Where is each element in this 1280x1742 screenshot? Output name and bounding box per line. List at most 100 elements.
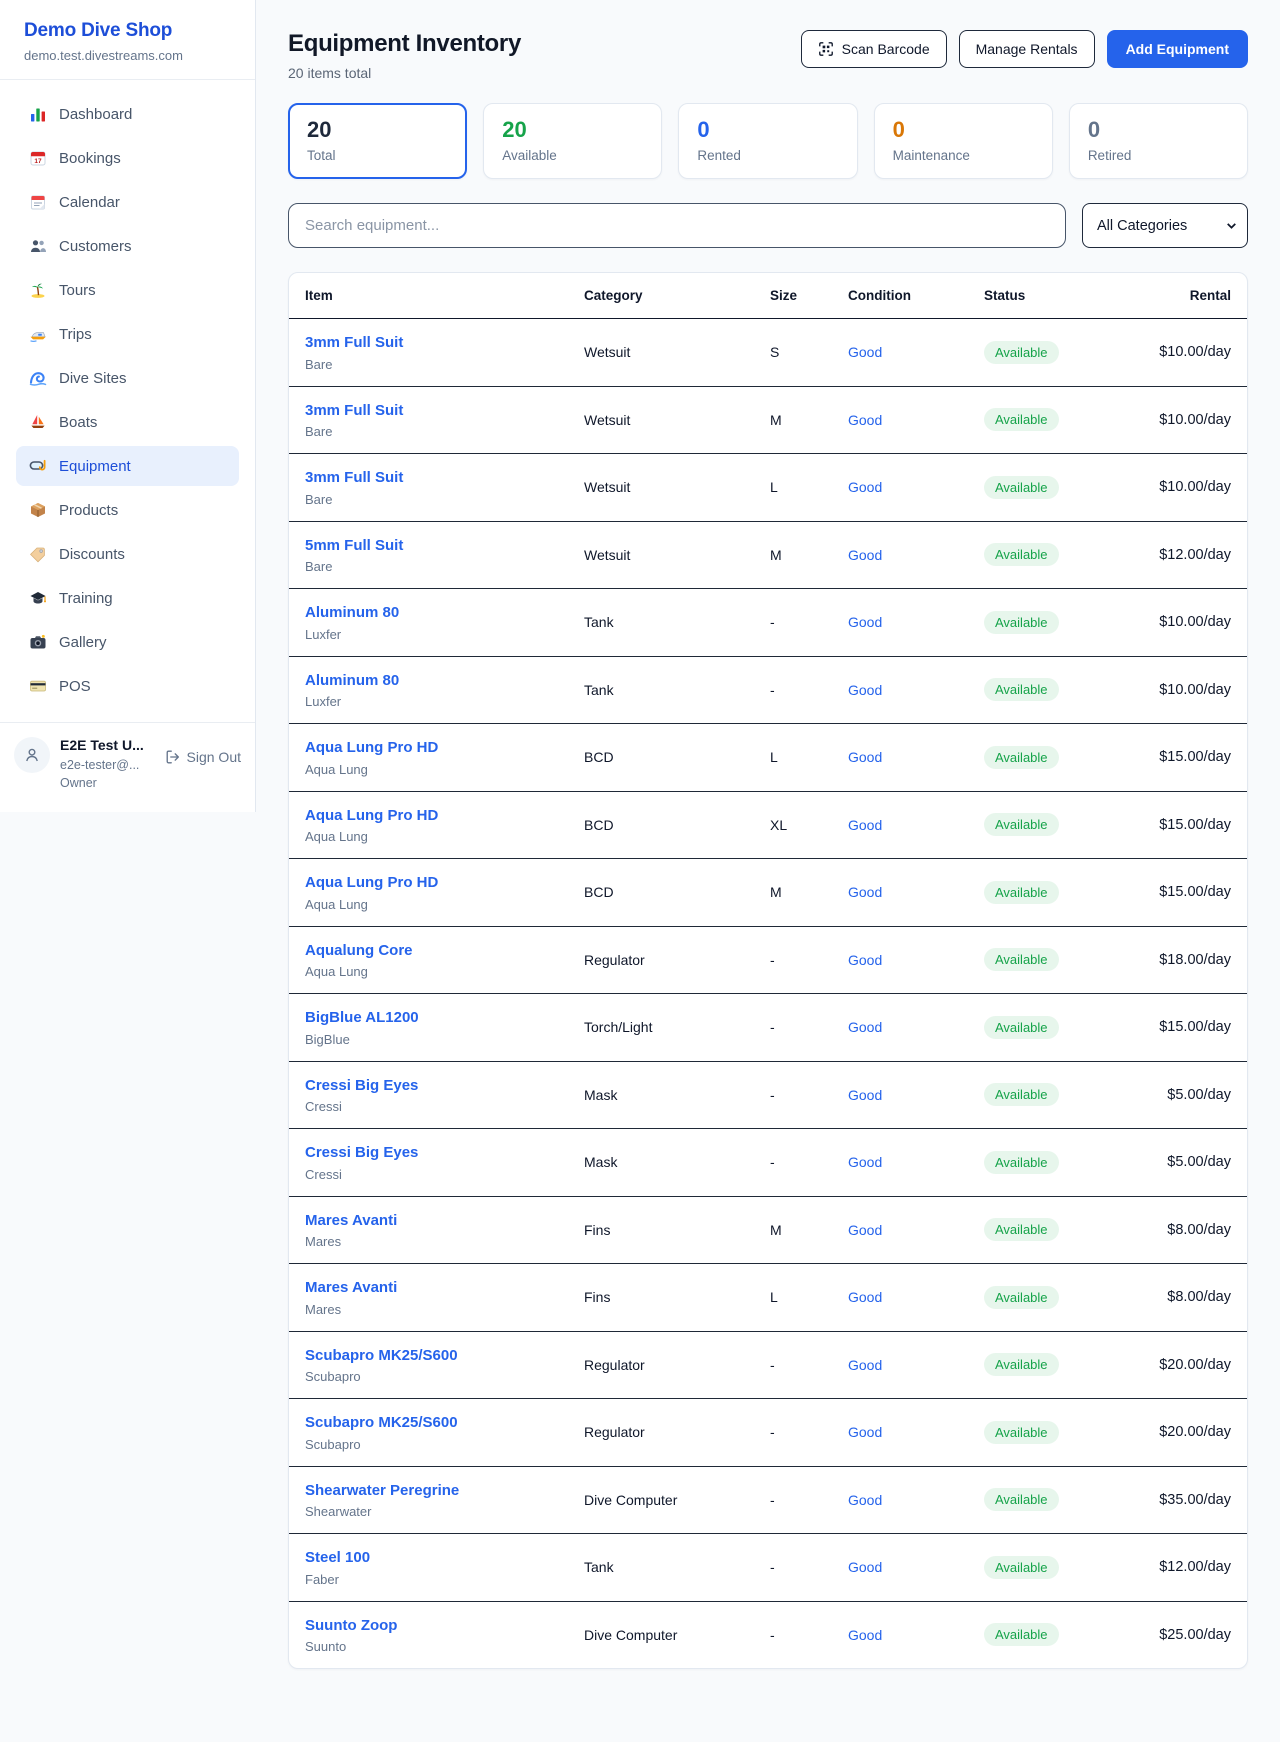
- item-brand: Cressi: [305, 1167, 584, 1182]
- status-badge: Available: [984, 1353, 1059, 1376]
- item-name-link[interactable]: Scubapro MK25/S600: [305, 1346, 584, 1366]
- svg-text:17: 17: [34, 158, 42, 165]
- sidebar-item[interactable]: Customers: [16, 226, 239, 266]
- size-cell: -: [770, 1154, 848, 1170]
- condition-link[interactable]: Good: [848, 952, 882, 968]
- sidebar-item[interactable]: Tours: [16, 270, 239, 310]
- category-cell: Tank: [584, 682, 770, 698]
- condition-link[interactable]: Good: [848, 1357, 882, 1373]
- category-cell: Wetsuit: [584, 547, 770, 563]
- sidebar-item[interactable]: Calendar: [16, 182, 239, 222]
- stat-card[interactable]: 20 Available: [483, 103, 662, 179]
- condition-link[interactable]: Good: [848, 817, 882, 833]
- item-name-link[interactable]: Mares Avanti: [305, 1278, 584, 1298]
- condition-link[interactable]: Good: [848, 1559, 882, 1575]
- app-logo[interactable]: Demo Dive Shop: [24, 20, 231, 42]
- rental-price: $20.00/day: [1144, 1424, 1231, 1440]
- item-brand: Bare: [305, 492, 584, 507]
- condition-link[interactable]: Good: [848, 749, 882, 765]
- condition-link[interactable]: Good: [848, 1627, 882, 1643]
- condition-link[interactable]: Good: [848, 547, 882, 563]
- sidebar-item-label: Customers: [59, 238, 132, 255]
- item-name-link[interactable]: 5mm Full Suit: [305, 536, 584, 556]
- table-row: 3mm Full Suit Bare Wetsuit L Good Availa…: [289, 454, 1247, 522]
- add-equipment-button[interactable]: Add Equipment: [1107, 30, 1248, 68]
- scan-barcode-button[interactable]: Scan Barcode: [801, 30, 947, 68]
- calendar-icon: [28, 192, 48, 212]
- condition-link[interactable]: Good: [848, 1492, 882, 1508]
- manage-rentals-button[interactable]: Manage Rentals: [959, 30, 1095, 68]
- sidebar-item[interactable]: Training: [16, 578, 239, 618]
- item-name-link[interactable]: 3mm Full Suit: [305, 333, 584, 353]
- category-cell: Wetsuit: [584, 412, 770, 428]
- size-cell: XL: [770, 817, 848, 833]
- sidebar-item[interactable]: Dashboard: [16, 94, 239, 134]
- condition-link[interactable]: Good: [848, 614, 882, 630]
- stats-row: 20 Total 20 Available 0 Rented 0 Mainten…: [288, 103, 1248, 179]
- item-name-link[interactable]: Shearwater Peregrine: [305, 1481, 584, 1501]
- condition-link[interactable]: Good: [848, 1289, 882, 1305]
- pos-icon: [28, 676, 48, 696]
- item-name-link[interactable]: Cressi Big Eyes: [305, 1076, 584, 1096]
- item-name-link[interactable]: Aluminum 80: [305, 603, 584, 623]
- sidebar-item[interactable]: Boats: [16, 402, 239, 442]
- condition-link[interactable]: Good: [848, 1222, 882, 1238]
- item-cell: 3mm Full Suit Bare: [305, 468, 584, 507]
- condition-link[interactable]: Good: [848, 884, 882, 900]
- item-cell: BigBlue AL1200 BigBlue: [305, 1008, 584, 1047]
- item-name-link[interactable]: 3mm Full Suit: [305, 401, 584, 421]
- table-row: Mares Avanti Mares Fins L Good Available…: [289, 1264, 1247, 1332]
- item-name-link[interactable]: Aqua Lung Pro HD: [305, 806, 584, 826]
- item-name-link[interactable]: Scubapro MK25/S600: [305, 1413, 584, 1433]
- condition-link[interactable]: Good: [848, 412, 882, 428]
- category-select[interactable]: All Categories: [1082, 203, 1248, 248]
- item-cell: Scubapro MK25/S600 Scubapro: [305, 1346, 584, 1385]
- sidebar-item[interactable]: 17 Bookings: [16, 138, 239, 178]
- sidebar-item[interactable]: POS: [16, 666, 239, 706]
- item-cell: Aqualung Core Aqua Lung: [305, 941, 584, 980]
- sidebar-item-label: Trips: [59, 326, 92, 343]
- logo-block: Demo Dive Shop demo.test.divestreams.com: [0, 0, 255, 80]
- item-name-link[interactable]: Aqua Lung Pro HD: [305, 873, 584, 893]
- search-input[interactable]: [288, 203, 1066, 248]
- item-name-link[interactable]: Steel 100: [305, 1548, 584, 1568]
- condition-link[interactable]: Good: [848, 1087, 882, 1103]
- stat-value: 0: [1088, 117, 1229, 143]
- sidebar-item[interactable]: Equipment: [16, 446, 239, 486]
- item-brand: Scubapro: [305, 1437, 584, 1452]
- item-name-link[interactable]: Mares Avanti: [305, 1211, 584, 1231]
- condition-link[interactable]: Good: [848, 1019, 882, 1035]
- item-cell: Aluminum 80 Luxfer: [305, 603, 584, 642]
- condition-link[interactable]: Good: [848, 344, 882, 360]
- item-name-link[interactable]: Cressi Big Eyes: [305, 1143, 584, 1163]
- rental-price: $35.00/day: [1144, 1492, 1231, 1508]
- stat-label: Available: [502, 148, 643, 163]
- item-cell: Aluminum 80 Luxfer: [305, 671, 584, 710]
- col-header-size: Size: [770, 288, 848, 303]
- condition-link[interactable]: Good: [848, 1424, 882, 1440]
- stat-card[interactable]: 0 Rented: [678, 103, 857, 179]
- item-name-link[interactable]: 3mm Full Suit: [305, 468, 584, 488]
- item-name-link[interactable]: Suunto Zoop: [305, 1616, 584, 1636]
- item-name-link[interactable]: Aqua Lung Pro HD: [305, 738, 584, 758]
- item-name-link[interactable]: BigBlue AL1200: [305, 1008, 584, 1028]
- stat-label: Retired: [1088, 148, 1229, 163]
- stat-card[interactable]: 20 Total: [288, 103, 467, 179]
- status-badge: Available: [984, 543, 1059, 566]
- item-name-link[interactable]: Aqualung Core: [305, 941, 584, 961]
- sign-out-button[interactable]: Sign Out: [165, 749, 241, 765]
- condition-link[interactable]: Good: [848, 1154, 882, 1170]
- sidebar-item[interactable]: Discounts: [16, 534, 239, 574]
- condition-link[interactable]: Good: [848, 682, 882, 698]
- item-brand: Luxfer: [305, 694, 584, 709]
- page-header: Equipment Inventory 20 items total Scan …: [288, 30, 1248, 81]
- stat-card[interactable]: 0 Retired: [1069, 103, 1248, 179]
- item-name-link[interactable]: Aluminum 80: [305, 671, 584, 691]
- shop-domain: demo.test.divestreams.com: [24, 48, 231, 63]
- condition-link[interactable]: Good: [848, 479, 882, 495]
- sidebar-item[interactable]: Products: [16, 490, 239, 530]
- stat-card[interactable]: 0 Maintenance: [874, 103, 1053, 179]
- sidebar-item[interactable]: Trips: [16, 314, 239, 354]
- sidebar-item[interactable]: Gallery: [16, 622, 239, 662]
- sidebar-item[interactable]: Dive Sites: [16, 358, 239, 398]
